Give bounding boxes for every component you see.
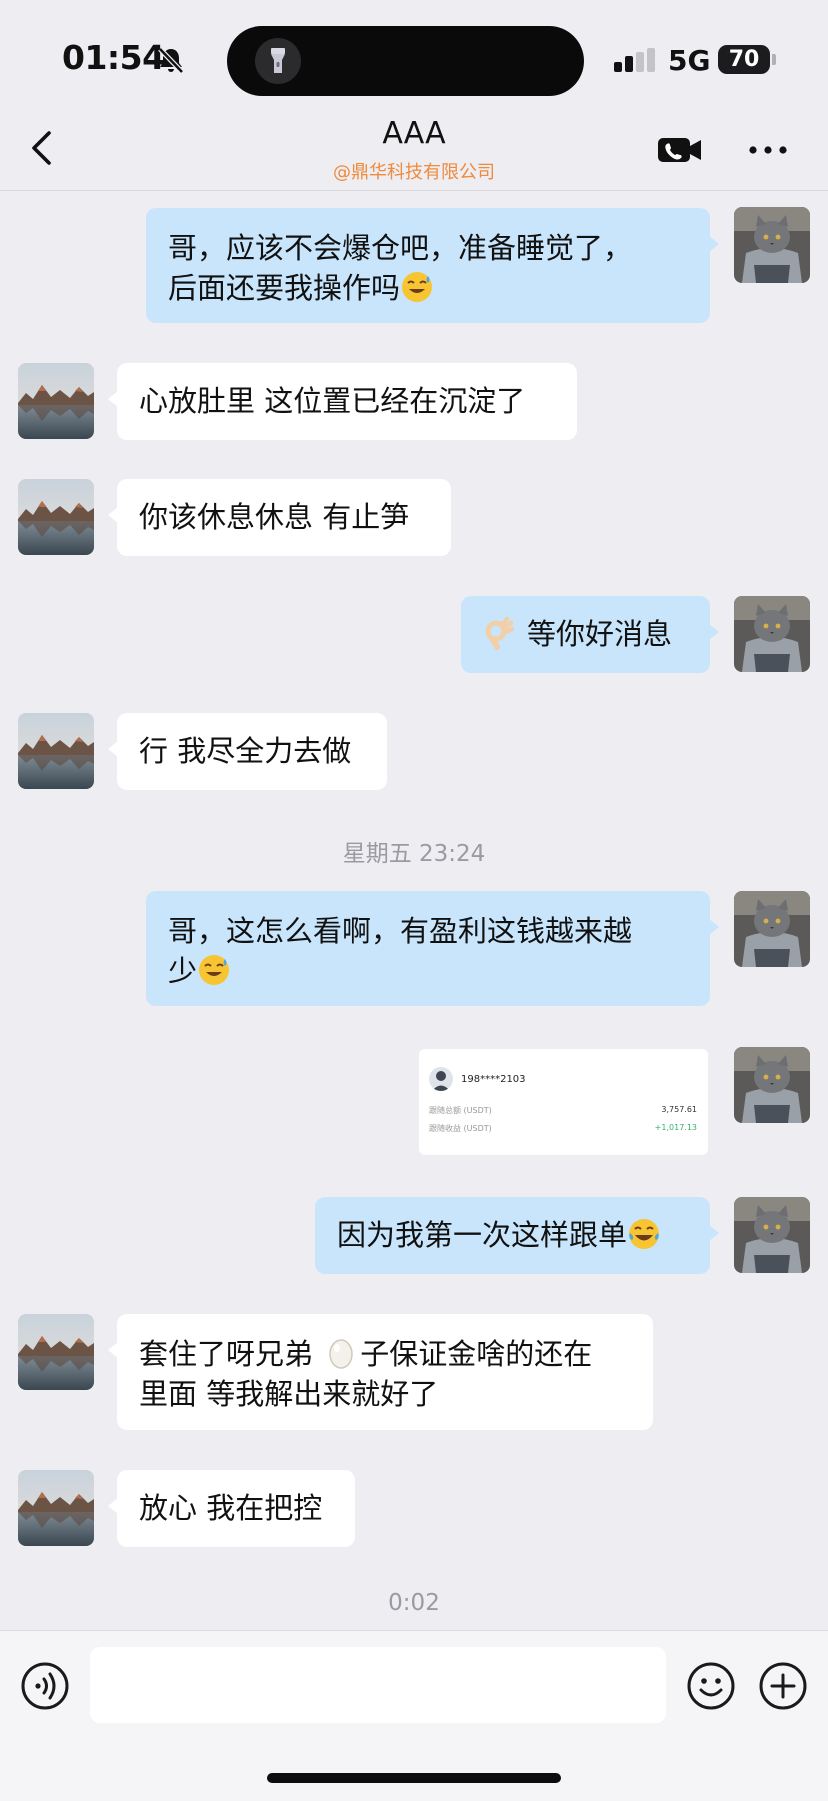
message-text: 心放肚里 这位置已经在沉淀了 xyxy=(139,384,526,418)
message-text: 等你好消息 xyxy=(527,617,673,651)
message-bubble-outgoing[interactable]: 哥，应该不会爆仓吧，准备睡觉了， 后面还要我操作吗 xyxy=(146,208,719,323)
screenshot-row-label: 跟随总额 (USDT) xyxy=(429,1106,492,1115)
message-text: 放心 我在把控 xyxy=(139,1491,323,1525)
message-bubble-incoming[interactable]: 行 我尽全力去做 xyxy=(108,713,387,790)
message-text: 哥，这怎么看啊，有盈利这钱越来越 少 xyxy=(168,914,633,988)
screenshot-username: 198****2103 xyxy=(461,1074,526,1085)
ok-hand-emoji xyxy=(485,616,515,650)
voice-input-icon[interactable] xyxy=(20,1661,70,1711)
my-avatar[interactable] xyxy=(734,1197,810,1273)
contact-avatar[interactable] xyxy=(18,479,94,555)
my-avatar[interactable] xyxy=(734,1047,810,1123)
message-text: 行 我尽全力去做 xyxy=(139,734,352,768)
message-text: 因为我第一次这样跟单 xyxy=(337,1218,628,1252)
message-bubble-outgoing[interactable]: 等你好消息 xyxy=(461,596,719,673)
screenshot-row-value: +1,017.13 xyxy=(654,1123,697,1132)
date-separator: 星期五 23:24 xyxy=(342,841,486,867)
my-avatar[interactable] xyxy=(734,891,810,967)
grinning-sweat-emoji xyxy=(199,955,230,985)
shared-screenshot-image[interactable]: 198****2103 跟随总额 (USDT) 3,757.61 跟随收益 (U… xyxy=(419,1049,708,1155)
contact-avatar[interactable] xyxy=(18,713,94,789)
message-bubble-incoming[interactable]: 你该休息休息 有止笋 xyxy=(108,479,451,556)
bell-muted-icon xyxy=(158,47,184,74)
screenshot-row-label: 跟随收益 (USDT) xyxy=(429,1124,492,1133)
user-avatar-icon xyxy=(429,1067,453,1091)
contact-avatar[interactable] xyxy=(18,1314,94,1390)
more-options-icon[interactable] xyxy=(746,132,790,168)
call-duration-label: 0:02 xyxy=(388,1590,440,1616)
message-text: 你该休息休息 有止笋 xyxy=(139,500,410,534)
message-text: 套住了呀兄弟 xyxy=(139,1337,323,1371)
cellular-signal-icon xyxy=(614,48,655,72)
video-call-icon[interactable] xyxy=(656,132,704,168)
screenshot-row: 跟随收益 (USDT) +1,017.13 xyxy=(429,1123,697,1134)
home-indicator[interactable] xyxy=(267,1773,561,1783)
input-bar xyxy=(0,1630,828,1801)
emoji-picker-icon[interactable] xyxy=(686,1661,736,1711)
contact-avatar[interactable] xyxy=(18,363,94,439)
my-avatar[interactable] xyxy=(734,207,810,283)
message-bubble-incoming[interactable]: 套住了呀兄弟 子保证金啥的还在 里面 等我解出来就好了 xyxy=(108,1314,653,1430)
network-type: 5G xyxy=(668,44,711,77)
message-bubble-outgoing[interactable]: 因为我第一次这样跟单 xyxy=(315,1197,719,1274)
chat-header: AAA @鼎华科技有限公司 xyxy=(0,110,828,191)
add-attachment-icon[interactable] xyxy=(758,1661,808,1711)
message-bubble-incoming[interactable]: 放心 我在把控 xyxy=(108,1470,355,1547)
message-input[interactable] xyxy=(90,1647,666,1723)
screenshot-row-value: 3,757.61 xyxy=(661,1105,697,1114)
status-time: 01:54 xyxy=(62,38,165,77)
dynamic-island xyxy=(227,26,584,96)
tears-of-joy-emoji xyxy=(629,1219,660,1249)
status-bar: 01:54 5G 70 xyxy=(0,0,828,110)
flashlight-icon xyxy=(255,38,301,84)
message-bubble-outgoing[interactable]: 哥，这怎么看啊，有盈利这钱越来越 少 xyxy=(146,891,719,1006)
my-avatar[interactable] xyxy=(734,596,810,672)
battery-level: 70 xyxy=(718,45,770,74)
contact-avatar[interactable] xyxy=(18,1470,94,1546)
message-bubble-incoming[interactable]: 心放肚里 这位置已经在沉淀了 xyxy=(108,363,577,440)
screenshot-row: 跟随总额 (USDT) 3,757.61 xyxy=(429,1105,697,1116)
grinning-sweat-emoji xyxy=(402,272,433,302)
battery-icon: 70 xyxy=(718,45,776,74)
egg-emoji xyxy=(329,1339,353,1369)
